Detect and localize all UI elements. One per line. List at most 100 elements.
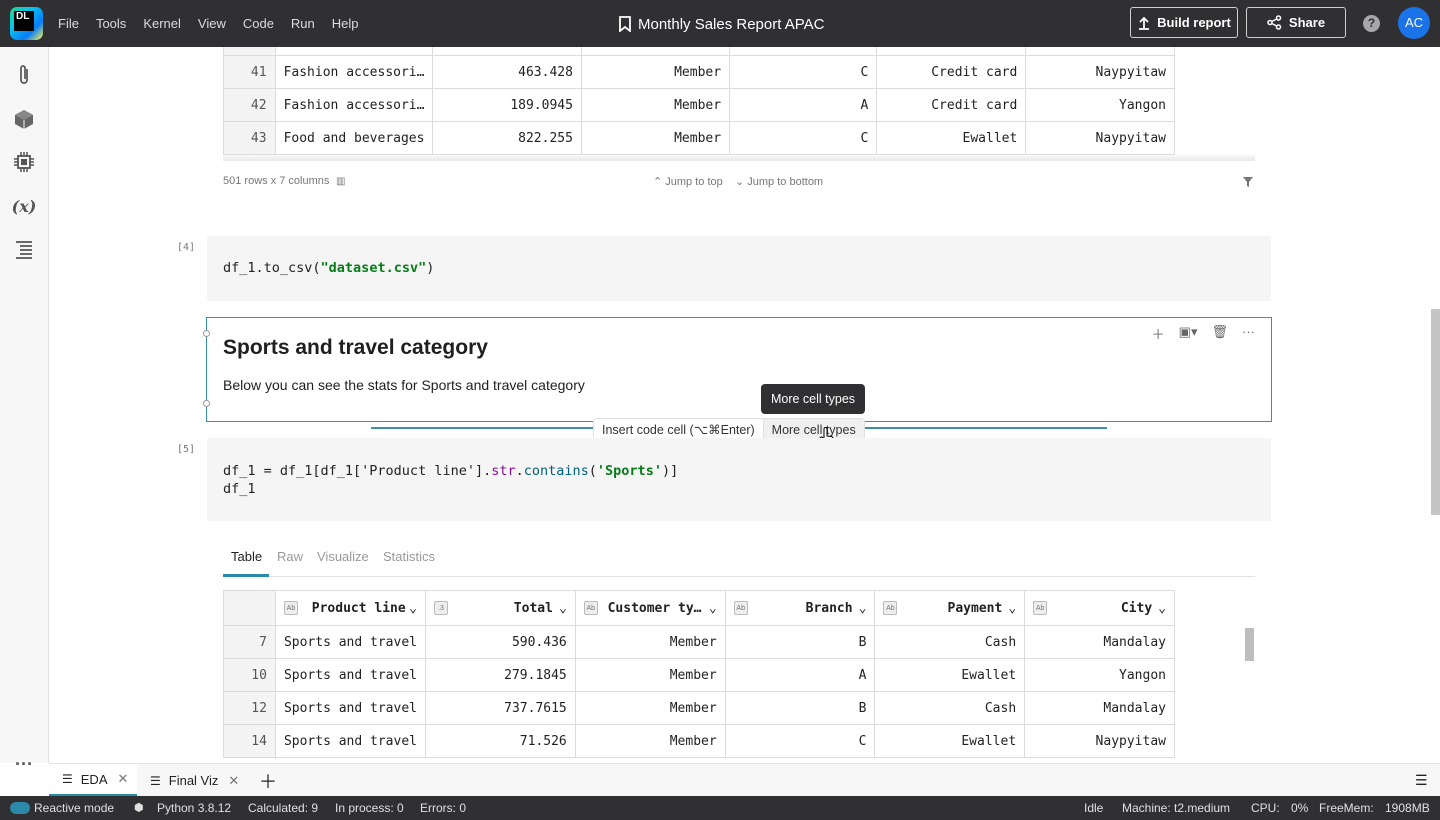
outline-icon[interactable]	[12, 237, 36, 261]
column-header[interactable]: Ab Product line ⌄	[274, 590, 427, 626]
help-icon[interactable]: ?	[1363, 15, 1380, 32]
share-button[interactable]: Share	[1246, 7, 1346, 38]
tab-visualize[interactable]: Visualize	[317, 549, 369, 564]
trash-icon[interactable]: 🗑	[1211, 324, 1228, 343]
close-icon[interactable]: ✕	[118, 771, 129, 787]
cell-customer: Member	[574, 625, 726, 659]
free-mem-label: FreeMem:	[1319, 801, 1374, 815]
share-icon	[1267, 15, 1282, 30]
left-sidebar: (x) ···	[0, 47, 49, 774]
build-report-button[interactable]: Build report	[1130, 7, 1238, 38]
cell-branch: C	[724, 724, 876, 758]
jump-bottom-button[interactable]: ⌄ Jump to bottom	[735, 175, 823, 188]
markdown-body: Below you can see the stats for Sports a…	[223, 377, 585, 393]
cell-product: Sports and travel	[274, 724, 427, 758]
menu-help[interactable]: Help	[332, 16, 359, 31]
cell-city: Mandalay	[1024, 691, 1175, 725]
tab-table[interactable]: Table	[231, 549, 262, 564]
drag-handle-top[interactable]	[203, 330, 210, 337]
page-scrollbar[interactable]	[1431, 309, 1440, 515]
notebook-tab-label: EDA	[80, 771, 108, 787]
markdown-cell[interactable]: Sports and travel category Below you can…	[203, 317, 1272, 422]
cell-branch: B	[724, 625, 876, 659]
table-header-row: Ab Product line ⌄ .3 ⌄ Total Ab Customer …	[223, 590, 1175, 626]
notebook-icon: ☰	[62, 772, 73, 786]
cell-execution-count: [4]	[177, 242, 196, 253]
cell-city: Yangon	[1024, 658, 1175, 692]
errors-count[interactable]: Errors: 0	[420, 801, 466, 815]
menu-run[interactable]: Run	[291, 16, 315, 31]
python-version[interactable]: Python 3.8.12	[157, 801, 231, 815]
table-row[interactable]: 12 Sports and travel 737.7615 Member B C…	[223, 691, 1175, 725]
avatar[interactable]: AC	[1398, 7, 1430, 39]
table-row[interactable]: 41 Fashion accessori… 463.428 Member C C…	[223, 55, 1175, 89]
code-string: "dataset.csv"	[320, 260, 427, 276]
menu-code[interactable]: Code	[243, 16, 274, 31]
menu-kernel[interactable]: Kernel	[143, 16, 181, 31]
menu-view[interactable]: View	[198, 16, 226, 31]
tab-statistics[interactable]: Statistics	[383, 549, 435, 564]
table-row[interactable]: 10 Sports and travel 279.1845 Member A E…	[223, 658, 1175, 692]
kernel-status: Idle	[1084, 801, 1104, 815]
cell-branch: A	[729, 88, 878, 122]
markdown-heading: Sports and travel category	[223, 336, 488, 359]
document-title[interactable]: Monthly Sales Report APAC	[619, 14, 824, 34]
package-icon[interactable]	[12, 107, 36, 131]
menu-tools[interactable]: Tools	[96, 16, 126, 31]
column-header[interactable]: Ab Customer ty… ⌄	[574, 590, 726, 626]
attachment-icon[interactable]	[12, 63, 36, 87]
cell-total: 463.428	[432, 55, 582, 89]
table-row[interactable]: 14 Sports and travel 71.526 Member C Ewa…	[223, 724, 1175, 758]
row-count: 501 rows x 7 columns	[223, 175, 330, 187]
table-row[interactable]: 43 Food and beverages 822.255 Member C E…	[223, 121, 1175, 155]
columns-icon[interactable]: ▥	[336, 176, 345, 187]
table-scrollbar[interactable]	[1245, 628, 1254, 661]
chevron-down-icon[interactable]: ⌄	[1008, 601, 1016, 616]
code-text: .	[515, 463, 524, 479]
column-header[interactable]: Ab ⌄ Payment	[874, 590, 1026, 626]
code-cell[interactable]: df_1 = df_1[df_1['Product line'].str.con…	[207, 438, 1271, 521]
filter-icon[interactable]	[1243, 177, 1253, 187]
notebook-tab-final-viz[interactable]: ☰ Final Viz ✕	[137, 764, 249, 797]
chip-icon[interactable]	[12, 150, 36, 174]
machine-type[interactable]: Machine: t2.medium	[1122, 801, 1230, 815]
reactive-toggle[interactable]	[10, 802, 30, 814]
chevron-down-icon[interactable]: ⌄	[709, 601, 717, 616]
cell-customer: Member	[574, 691, 726, 725]
row-index: 42	[223, 88, 276, 122]
header-label: City	[1120, 600, 1153, 616]
code-text: (	[588, 463, 597, 479]
app-logo[interactable]: DL	[10, 7, 43, 40]
status-bar: Reactive mode ⬢ Python 3.8.12 Calculated…	[0, 796, 1440, 820]
cell-payment: Cash	[874, 625, 1026, 659]
chevron-down-icon[interactable]: ⌄	[559, 601, 567, 616]
free-mem-value: 1908MB	[1385, 801, 1430, 815]
menu-file[interactable]: File	[58, 16, 79, 31]
chevron-down-icon[interactable]: ⌄	[859, 601, 867, 616]
notebook-tab-eda[interactable]: ☰ EDA ✕	[49, 764, 137, 797]
table-row[interactable]: 7 Sports and travel 590.436 Member B Cas…	[223, 625, 1175, 659]
more-options-icon[interactable]: ···	[1242, 324, 1255, 343]
logo-text: DL	[14, 11, 34, 31]
jump-top-button[interactable]: ⌃ Jump to top	[653, 175, 723, 188]
column-header[interactable]: .3 ⌄ Total	[425, 590, 576, 626]
cell-total: 279.1845	[425, 658, 576, 692]
add-icon[interactable]: ＋	[1152, 324, 1165, 343]
row-index: 7	[223, 625, 276, 659]
code-cell[interactable]: df_1.to_csv("dataset.csv")	[207, 236, 1271, 301]
column-header[interactable]: Ab ⌄ Branch	[724, 590, 876, 626]
table-row[interactable]: 42 Fashion accessori… 189.0945 Member A …	[223, 88, 1175, 122]
menu-icon[interactable]: ☰	[1415, 764, 1428, 797]
drag-handle-bottom[interactable]	[203, 400, 210, 407]
more-icon[interactable]: ···	[12, 752, 36, 776]
column-header[interactable]: Ab ⌄ City	[1024, 590, 1175, 626]
add-notebook-button[interactable]: ＋	[259, 764, 277, 797]
tab-raw[interactable]: Raw	[277, 549, 303, 564]
variables-icon[interactable]: (x)	[12, 194, 37, 218]
cell-layout-icon[interactable]: ▣▾	[1179, 324, 1198, 343]
chevron-down-icon[interactable]: ⌄	[1158, 601, 1166, 616]
cell-branch: A	[724, 658, 876, 692]
upload-icon	[1139, 16, 1150, 30]
chevron-down-icon[interactable]: ⌄	[409, 601, 417, 616]
close-icon[interactable]: ✕	[228, 773, 239, 789]
